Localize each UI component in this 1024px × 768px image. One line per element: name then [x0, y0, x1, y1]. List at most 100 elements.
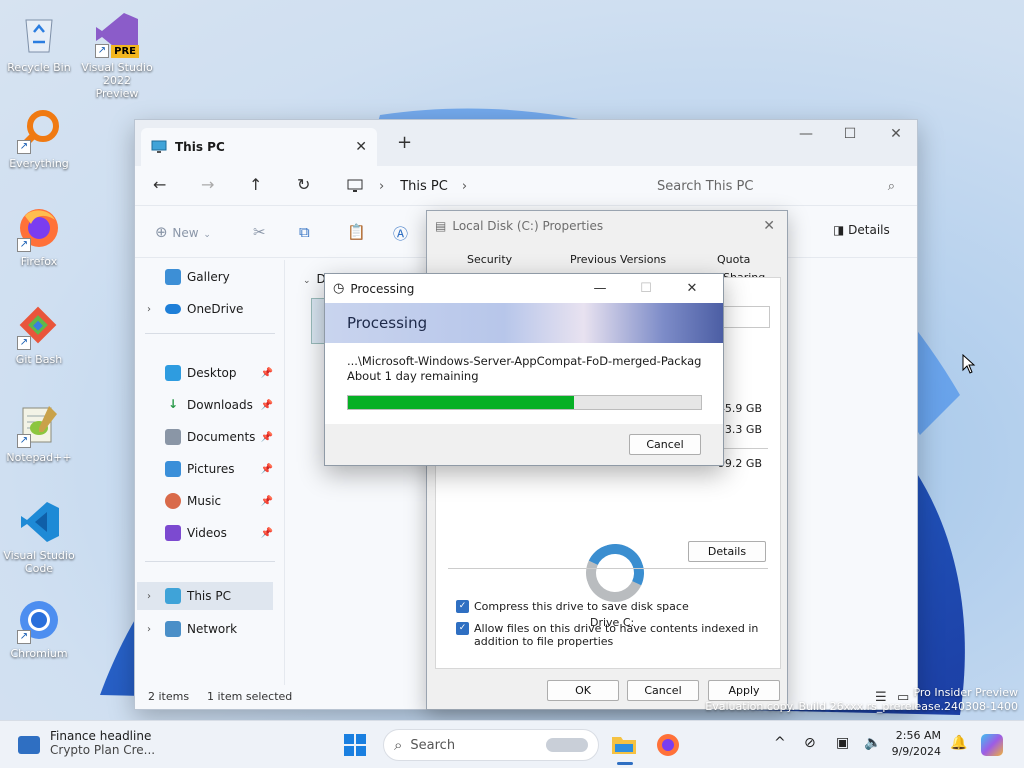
search-input[interactable]: Search This PC ⌕	[645, 172, 907, 200]
sidebar-item-this-pc[interactable]: › This PC	[137, 582, 273, 610]
close-icon[interactable]: ✕	[669, 281, 715, 296]
pin-icon[interactable]: 📌	[261, 496, 273, 507]
vscode-icon	[15, 498, 63, 546]
network-icon	[165, 621, 181, 637]
recycle-bin-icon	[15, 10, 63, 58]
free-space-value: 53.3 GB	[717, 423, 762, 436]
up-arrow-icon[interactable]: ↑	[249, 175, 262, 194]
tab-this-pc[interactable]: This PC ✕	[141, 128, 377, 166]
checkmark-icon: ✓	[456, 600, 469, 613]
desktop-icon-chromium[interactable]: ↗ Chromium	[2, 596, 76, 660]
item-count: 2 items	[148, 690, 190, 703]
notification-bell-icon[interactable]: 🔔	[950, 735, 967, 751]
clock-date: 9/9/2024	[891, 745, 941, 758]
sidebar-item-desktop[interactable]: Desktop 📌	[147, 359, 273, 387]
disk-details-button[interactable]: Details	[688, 541, 766, 562]
details-button[interactable]: ◨ Details	[833, 223, 890, 237]
sidebar-item-gallery[interactable]: Gallery	[147, 263, 273, 291]
capacity-value: 99.2 GB	[717, 457, 762, 470]
volume-icon[interactable]: 🔈	[864, 735, 881, 751]
tab-previous-versions[interactable]: Previous Versions	[570, 253, 666, 266]
copy-icon[interactable]: ⧉	[299, 223, 310, 241]
paste-icon[interactable]: 📋	[347, 223, 366, 241]
compress-checkbox[interactable]: ✓ Compress this drive to save disk space	[456, 600, 776, 613]
desktop-icon-recycle-bin[interactable]: Recycle Bin	[2, 10, 76, 74]
progress-bar-fill	[348, 396, 574, 409]
pin-icon[interactable]: 📌	[261, 432, 273, 443]
back-arrow-icon[interactable]: ←	[153, 175, 166, 194]
chevron-right-icon: ›	[461, 178, 468, 194]
minimize-icon[interactable]: —	[577, 281, 623, 296]
taskbar-file-explorer[interactable]	[611, 729, 639, 765]
desktop-icon-visual-studio[interactable]: PRE ↗ Visual Studio 2022 Preview	[80, 10, 154, 100]
start-icon[interactable]	[344, 734, 366, 756]
tab-quota[interactable]: Quota	[717, 253, 750, 266]
copilot-preview-icon[interactable]	[981, 734, 1003, 756]
cut-icon[interactable]: ✂	[253, 223, 266, 241]
cancel-button[interactable]: Cancel	[627, 680, 699, 701]
download-arrow-icon: ↓	[167, 397, 179, 411]
display-icon[interactable]: ▣	[836, 735, 849, 751]
desktop-icon-firefox[interactable]: ↗ Firefox	[2, 204, 76, 268]
taskbar-search-input[interactable]: ⌕ Search	[383, 729, 599, 761]
properties-tabs: Security Previous Versions Quota Sharing	[427, 241, 787, 284]
sidebar-item-documents[interactable]: Documents 📌	[147, 423, 273, 451]
desktop-icon-git-bash[interactable]: ↗ Git Bash	[2, 302, 76, 366]
minimize-icon[interactable]: —	[783, 126, 829, 142]
chevron-right-icon[interactable]: ›	[147, 624, 165, 635]
new-tab-icon[interactable]: +	[397, 132, 412, 153]
breadcrumb-this-pc[interactable]: This PC	[400, 179, 448, 194]
content-group-header[interactable]: ⌄ D	[303, 272, 326, 286]
preview-badge: PRE	[111, 45, 139, 58]
visual-studio-preview-icon: PRE ↗	[93, 10, 141, 58]
sidebar-item-pictures[interactable]: Pictures 📌	[147, 455, 273, 483]
search-highlight-icon	[546, 738, 588, 752]
rename-icon[interactable]: Ⓐ	[393, 223, 408, 244]
new-button[interactable]: ⊕ New ⌄	[155, 223, 211, 241]
monitor-icon	[151, 140, 167, 153]
chevron-right-icon[interactable]: ›	[147, 304, 165, 315]
processing-cancel-button[interactable]: Cancel	[629, 434, 701, 455]
clock[interactable]: 2:56 AM 9/9/2024	[889, 728, 941, 760]
sidebar-item-network[interactable]: › Network	[147, 615, 273, 643]
sidebar-item-videos[interactable]: Videos 📌	[147, 519, 273, 547]
sidebar-item-downloads[interactable]: ↓ Downloads 📌	[147, 391, 273, 419]
everything-search-icon: ↗	[15, 106, 63, 154]
desktop-icon-vscode[interactable]: Visual Studio Code	[2, 498, 76, 575]
close-icon[interactable]: ✕	[873, 126, 919, 142]
forward-arrow-icon[interactable]: →	[201, 175, 214, 194]
explorer-nav-bar: ← → ↑ ↻ › This PC › Search This PC ⌕	[135, 166, 917, 206]
network-off-icon[interactable]: ⊘	[804, 735, 816, 751]
current-file-path: ...\Microsoft-Windows-Server-AppCompat-F…	[347, 354, 701, 368]
tab-security[interactable]: Security	[467, 253, 512, 266]
chevron-up-icon[interactable]: ^	[774, 735, 786, 751]
refresh-icon[interactable]: ↻	[297, 175, 310, 194]
documents-icon	[165, 429, 181, 445]
index-checkbox[interactable]: ✓ Allow files on this drive to have cont…	[456, 622, 776, 648]
checkmark-icon: ✓	[456, 622, 469, 635]
desktop-icon-everything[interactable]: ↗ Everything	[2, 106, 76, 170]
processing-dialog: ◷ Processing — ☐ ✕ Processing ...\Micros…	[324, 273, 724, 466]
shortcut-arrow-icon: ↗	[95, 44, 109, 58]
desktop-icon-label: Chromium	[10, 647, 68, 660]
desktop-icon-notepad-plus-plus[interactable]: ↗ Notepad++	[2, 400, 76, 464]
desktop-icon-label: Firefox	[20, 255, 58, 268]
pin-icon[interactable]: 📌	[261, 464, 273, 475]
chevron-right-icon[interactable]: ›	[147, 591, 165, 602]
chromium-icon: ↗	[15, 596, 63, 644]
sidebar-item-onedrive[interactable]: › OneDrive	[147, 295, 273, 323]
ok-button[interactable]: OK	[547, 680, 619, 701]
close-icon[interactable]: ✕	[763, 218, 775, 234]
pin-icon[interactable]: 📌	[261, 368, 273, 379]
sidebar-item-music[interactable]: Music 📌	[147, 487, 273, 515]
address-bar[interactable]: › This PC ›	[347, 173, 637, 199]
news-widget[interactable]: Finance headline Crypto Plan Cre...	[18, 729, 155, 757]
clock-time: 2:56 AM	[895, 729, 941, 742]
tab-close-icon[interactable]: ✕	[355, 139, 367, 155]
tab-title: This PC	[175, 140, 225, 154]
shortcut-arrow-icon: ↗	[17, 630, 31, 644]
pin-icon[interactable]: 📌	[261, 528, 273, 539]
pin-icon[interactable]: 📌	[261, 400, 273, 411]
taskbar-firefox-icon[interactable]	[656, 733, 680, 757]
maximize-icon[interactable]: ☐	[827, 126, 873, 142]
